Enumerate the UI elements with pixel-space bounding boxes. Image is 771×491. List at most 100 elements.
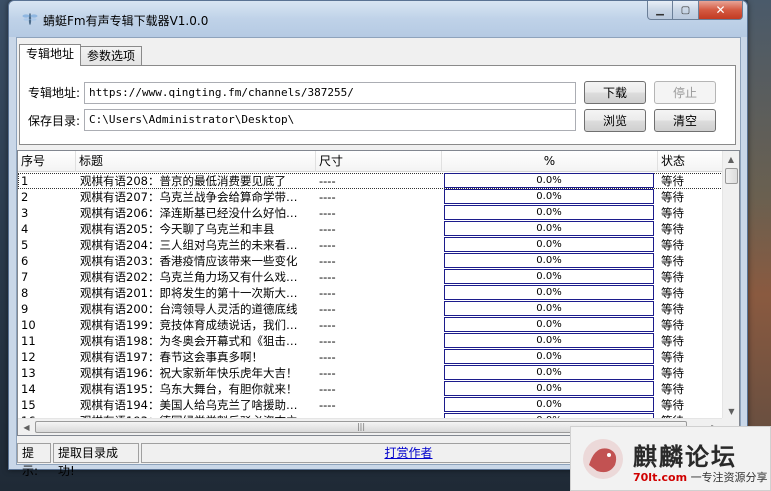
row-progress-bar: 0.0% <box>444 301 654 316</box>
row-number: 6 <box>21 254 29 268</box>
column-header-no[interactable]: 序号 <box>18 151 76 172</box>
row-size: ---- <box>319 238 336 252</box>
table-row[interactable]: 4 观棋有语205：今天聊了乌克兰和丰县 ---- 0.0% 等待 <box>18 221 723 237</box>
tab-strip: 专辑地址 参数选项 <box>19 44 143 66</box>
table-row[interactable]: 9 观棋有语200：台湾领导人灵活的道德底线 ---- 0.0% 等待 <box>18 301 723 317</box>
row-size: ---- <box>319 174 336 188</box>
tab-options[interactable]: 参数选项 <box>80 46 143 66</box>
table-row[interactable]: 3 观棋有语206：泽连斯基已经没什么好怕… ---- 0.0% 等待 <box>18 205 723 221</box>
table-row[interactable]: 5 观棋有语204：三人组对乌克兰的未来看… ---- 0.0% 等待 <box>18 237 723 253</box>
scroll-up-icon[interactable]: ▲ <box>723 151 739 168</box>
table-row[interactable]: 6 观棋有语203：香港疫情应该带来一些变化 ---- 0.0% 等待 <box>18 253 723 269</box>
table-row[interactable]: 7 观棋有语202：乌克兰角力场又有什么戏… ---- 0.0% 等待 <box>18 269 723 285</box>
row-progress-bar: 0.0% <box>444 285 654 300</box>
row-status: 等待 <box>661 302 684 316</box>
row-title: 观棋有语195：乌东大舞台，有胆你就来！ <box>80 382 298 396</box>
table-row[interactable]: 1 观棋有语208：普京的最低消费要见底了 ---- 0.0% 等待 <box>18 173 723 189</box>
table-row[interactable]: 14 观棋有语195：乌东大舞台，有胆你就来！ ---- 0.0% 等待 <box>18 381 723 397</box>
download-button[interactable]: 下载 <box>584 81 646 104</box>
row-status: 等待 <box>661 206 684 220</box>
watermark-site: 70lt.com <box>633 471 688 484</box>
status-label: 提示: <box>17 443 51 478</box>
row-title: 观棋有语196：祝大家新年快乐虎年大吉！ <box>80 366 298 380</box>
tab-album-url[interactable]: 专辑地址 <box>19 44 82 66</box>
row-title: 观棋有语198：为冬奥会开幕式和《狙击… <box>80 334 298 348</box>
row-size: ---- <box>319 366 336 380</box>
save-dir-label: 保存目录: <box>28 114 81 128</box>
watermark-subtitle: 70lt.com 一专注资源分享 <box>633 469 768 485</box>
row-progress-bar: 0.0% <box>444 365 654 380</box>
column-header-title[interactable]: 标题 <box>76 151 316 172</box>
row-progress-bar: 0.0% <box>444 173 654 188</box>
maximize-icon: ▢ <box>680 4 691 16</box>
url-label: 专辑地址: <box>28 86 81 100</box>
dragonfly-icon <box>22 13 38 25</box>
row-title: 观棋有语202：乌克兰角力场又有什么戏… <box>80 270 298 284</box>
close-icon: ✕ <box>715 3 726 17</box>
row-status: 等待 <box>661 174 684 188</box>
row-number: 14 <box>21 382 36 396</box>
watermark-title: 麒麟论坛 <box>633 442 737 471</box>
row-status: 等待 <box>661 286 684 300</box>
row-size: ---- <box>319 302 336 316</box>
table-row[interactable]: 10 观棋有语199：竞技体育成绩说话，我们… ---- 0.0% 等待 <box>18 317 723 333</box>
row-number: 15 <box>21 398 36 412</box>
app-window: 蜻蜓Fm有声专辑下载器V1.0.0 ▁ ▢ ✕ 专辑地址 参数选项 专辑地址: … <box>8 0 748 478</box>
row-number: 7 <box>21 270 29 284</box>
row-number: 12 <box>21 350 36 364</box>
row-size: ---- <box>319 190 336 204</box>
watermark-slogan: 一专注资源分享 <box>690 471 768 484</box>
column-header-progress[interactable]: % <box>442 151 658 172</box>
save-dir-input[interactable]: C:\Users\Administrator\Desktop\ <box>84 109 576 131</box>
table-row[interactable]: 12 观棋有语197：春节这会事真多啊！ ---- 0.0% 等待 <box>18 349 723 365</box>
row-number: 5 <box>21 238 29 252</box>
row-size: ---- <box>319 398 336 412</box>
row-title: 观棋有语197：春节这会事真多啊！ <box>80 350 263 364</box>
row-status: 等待 <box>661 254 684 268</box>
row-status: 等待 <box>661 222 684 236</box>
row-status: 等待 <box>661 318 684 332</box>
row-number: 9 <box>21 302 29 316</box>
maximize-button[interactable]: ▢ <box>673 1 699 20</box>
table-row[interactable]: 11 观棋有语198：为冬奥会开幕式和《狙击… ---- 0.0% 等待 <box>18 333 723 349</box>
row-progress-bar: 0.0% <box>444 189 654 204</box>
row-title: 观棋有语194：美国人给乌克兰了啥援助… <box>80 398 298 412</box>
row-title: 观棋有语208：普京的最低消费要见底了 <box>80 174 286 188</box>
url-input[interactable]: https://www.qingting.fm/channels/387255/ <box>84 82 576 104</box>
minimize-button[interactable]: ▁ <box>647 1 673 20</box>
browse-button[interactable]: 浏览 <box>584 109 646 132</box>
vertical-scrollbar[interactable]: ▲ ▼ <box>722 151 739 420</box>
clear-button[interactable]: 清空 <box>654 109 716 132</box>
row-progress-bar: 0.0% <box>444 205 654 220</box>
row-number: 2 <box>21 190 29 204</box>
stop-button[interactable]: 停止 <box>654 81 716 104</box>
album-url-panel: 专辑地址: https://www.qingting.fm/channels/3… <box>19 65 736 145</box>
row-title: 观棋有语205：今天聊了乌克兰和丰县 <box>80 222 275 236</box>
row-progress-bar: 0.0% <box>444 253 654 268</box>
row-status: 等待 <box>661 270 684 284</box>
column-header-status[interactable]: 状态 <box>658 151 723 172</box>
row-title: 观棋有语207：乌克兰战争会给算命学带… <box>80 190 298 204</box>
row-title: 观棋有语206：泽连斯基已经没什么好怕… <box>80 206 298 220</box>
table-row[interactable]: 8 观棋有语201：即将发生的第十一次斯大… ---- 0.0% 等待 <box>18 285 723 301</box>
row-size: ---- <box>319 286 336 300</box>
scroll-left-icon[interactable]: ◀ <box>18 419 35 435</box>
close-button[interactable]: ✕ <box>699 1 743 20</box>
row-size: ---- <box>319 350 336 364</box>
minimize-icon: ▁ <box>656 4 664 16</box>
row-number: 1 <box>21 174 29 188</box>
table-row[interactable]: 2 观棋有语207：乌克兰战争会给算命学带… ---- 0.0% 等待 <box>18 189 723 205</box>
table-row[interactable]: 15 观棋有语194：美国人给乌克兰了啥援助… ---- 0.0% 等待 <box>18 397 723 413</box>
column-header-size[interactable]: 尺寸 <box>316 151 442 172</box>
episode-list[interactable]: 序号 标题 尺寸 % 状态 1 观棋有语208：普京的最低消费要见底了 ---- 0.… <box>17 150 740 436</box>
table-row[interactable]: 13 观棋有语196：祝大家新年快乐虎年大吉！ ---- 0.0% 等待 <box>18 365 723 381</box>
title-bar[interactable]: 蜻蜓Fm有声专辑下载器V1.0.0 ▁ ▢ ✕ <box>9 1 747 37</box>
row-progress-bar: 0.0% <box>444 221 654 236</box>
row-size: ---- <box>319 254 336 268</box>
row-status: 等待 <box>661 398 684 412</box>
row-number: 11 <box>21 334 36 348</box>
vertical-scroll-thumb[interactable] <box>725 168 738 184</box>
qilin-logo-icon <box>583 439 623 479</box>
row-title: 观棋有语204：三人组对乌克兰的未来看… <box>80 238 298 252</box>
row-title: 观棋有语203：香港疫情应该带来一些变化 <box>80 254 298 268</box>
